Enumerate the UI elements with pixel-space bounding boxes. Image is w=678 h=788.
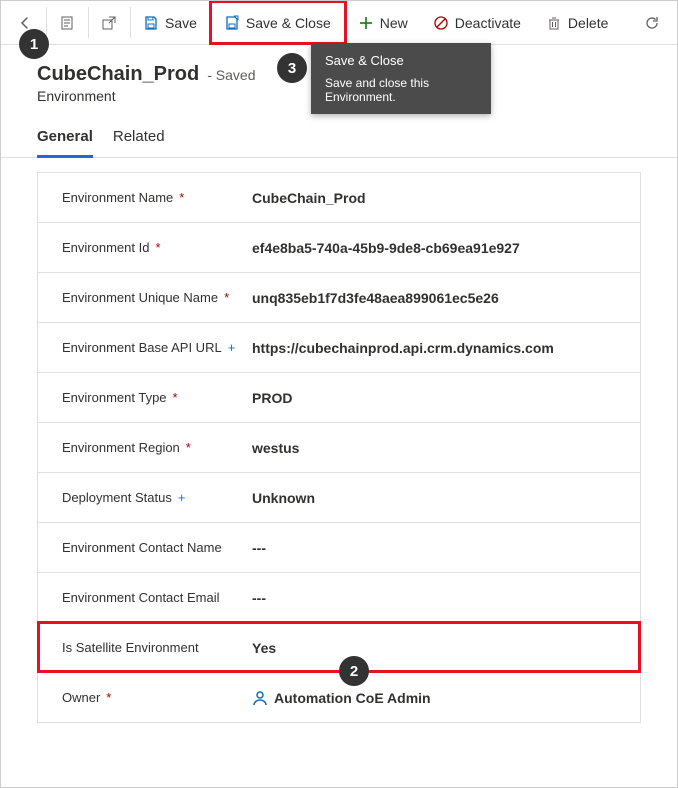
tab-strip: General Related [1,114,677,158]
value: CubeChain_Prod [242,190,620,206]
plus-icon [358,15,374,31]
deactivate-button[interactable]: Deactivate [421,1,534,44]
value: ef4e8ba5-740a-45b9-9de8-cb69ea91e927 [242,240,620,256]
field-contact-email[interactable]: Environment Contact Email --- [38,572,640,622]
required-icon: * [155,240,160,255]
save-icon [143,15,159,31]
form-body: Environment Name * CubeChain_Prod Environ… [1,158,677,743]
field-contact-name[interactable]: Environment Contact Name --- [38,522,640,572]
label: Owner [62,690,100,705]
value: westus [242,440,620,456]
field-is-satellite-environment[interactable]: Is Satellite Environment Yes [38,622,640,672]
tooltip-title: Save & Close [325,53,477,68]
required-icon: * [186,440,191,455]
new-label: New [380,15,408,31]
value: Unknown [242,490,620,506]
required-icon: * [224,290,229,305]
form-section: Environment Name * CubeChain_Prod Environ… [37,172,641,723]
delete-label: Delete [568,15,608,31]
popout-button[interactable] [89,1,130,44]
required-icon: * [173,390,178,405]
required-icon: * [106,690,111,705]
tooltip-body: Save and close this Environment. [325,76,477,104]
field-environment-name[interactable]: Environment Name * CubeChain_Prod [38,172,640,222]
label: Environment Id [62,240,149,255]
save-close-tooltip: Save & Close Save and close this Environ… [311,43,491,114]
field-environment-region[interactable]: Environment Region * westus [38,422,640,472]
popout-icon [101,15,117,31]
value: Yes [242,640,620,656]
field-owner[interactable]: Owner * Automation CoE Admin [38,672,640,722]
save-status: - Saved [207,67,255,83]
value: PROD [242,390,620,406]
save-close-icon [224,15,240,31]
field-environment-type[interactable]: Environment Type * PROD [38,372,640,422]
required-icon: * [179,190,184,205]
owner-value: Automation CoE Admin [274,690,431,706]
tab-related[interactable]: Related [113,128,165,157]
notes-icon [59,15,75,31]
value: unq835eb1f7d3fe48aea899061ec5e26 [242,290,620,306]
record-title: CubeChain_Prod [37,63,199,86]
label: Environment Name [62,190,173,205]
label: Is Satellite Environment [62,640,199,655]
save-close-label: Save & Close [246,15,331,31]
callout-badge-1: 1 [19,29,49,59]
field-environment-api-url[interactable]: Environment Base API URL + https://cubech… [38,322,640,372]
save-button[interactable]: Save [131,1,210,44]
refresh-icon [644,15,660,31]
label: Deployment Status [62,490,172,505]
label: Environment Region [62,440,180,455]
callout-badge-2: 2 [339,656,369,686]
back-icon [17,15,33,31]
recommended-icon: + [228,340,236,355]
field-environment-unique-name[interactable]: Environment Unique Name * unq835eb1f7d3fe… [38,272,640,322]
person-icon [252,690,268,706]
save-close-button[interactable]: Save & Close [210,1,346,44]
command-bar: Save Save & Close New Deactivate Delete [1,1,677,45]
notes-button[interactable] [47,1,88,44]
label: Environment Type [62,390,167,405]
value: https://cubechainprod.api.crm.dynamics.c… [242,340,620,356]
tab-general[interactable]: General [37,128,93,158]
deactivate-label: Deactivate [455,15,521,31]
deactivate-icon [433,15,449,31]
new-button[interactable]: New [346,1,421,44]
callout-badge-3: 3 [277,53,307,83]
app-frame: Save Save & Close New Deactivate Delete [0,0,678,788]
value: --- [242,590,620,606]
delete-icon [546,15,562,31]
refresh-button[interactable] [632,1,673,44]
field-deployment-status[interactable]: Deployment Status + Unknown [38,472,640,522]
label: Environment Unique Name [62,290,218,305]
label: Environment Base API URL [62,340,222,355]
recommended-icon: + [178,490,186,505]
delete-button[interactable]: Delete [534,1,621,44]
label: Environment Contact Email [62,590,220,605]
save-label: Save [165,15,197,31]
value: --- [242,540,620,556]
field-environment-id[interactable]: Environment Id * ef4e8ba5-740a-45b9-9de8-… [38,222,640,272]
label: Environment Contact Name [62,540,222,555]
